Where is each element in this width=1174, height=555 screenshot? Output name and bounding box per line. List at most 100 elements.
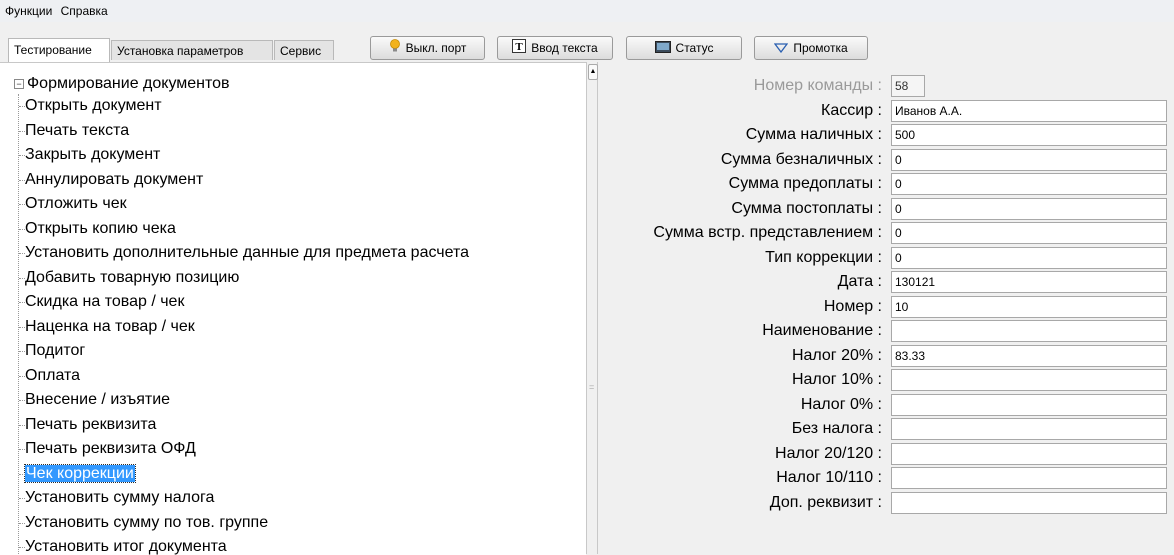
field-label: Сумма безналичных : bbox=[720, 150, 882, 168]
tree-item-label: Подитог bbox=[25, 342, 86, 359]
tree-item[interactable]: Открыть документ bbox=[19, 95, 162, 117]
tree-item[interactable]: Открыть копию чека bbox=[19, 218, 176, 240]
tab-service[interactable]: Сервис bbox=[274, 40, 334, 60]
tab-testing[interactable]: Тестирование bbox=[8, 38, 110, 62]
tree-item-label: Скидка на товар / чек bbox=[25, 293, 185, 310]
form-row: Сумма постоплаты : 0 bbox=[598, 197, 1174, 221]
port-off-button[interactable]: Выкл. порт bbox=[370, 36, 485, 60]
field-input[interactable]: 500 bbox=[891, 124, 1167, 146]
tree-item[interactable]: Закрыть документ bbox=[18, 144, 160, 166]
tree-guide-line bbox=[18, 94, 19, 555]
field-label: Налог 10/110 : bbox=[776, 469, 882, 486]
tree-item[interactable]: Печать реквизита ОФД bbox=[19, 438, 196, 460]
splitter-grip-icon: = bbox=[589, 382, 595, 392]
tree-item[interactable]: Подитог bbox=[18, 340, 86, 362]
form-row: Без налога : bbox=[598, 417, 1174, 441]
field-input[interactable] bbox=[891, 393, 1167, 416]
field-input[interactable] bbox=[891, 491, 1167, 514]
command-number-field: 58 bbox=[891, 75, 925, 97]
parameters-form: Номер команды :58 Кассир : Иванов А.А. Сумм… bbox=[598, 62, 1174, 554]
field-input[interactable]: 10 bbox=[891, 295, 1167, 318]
field-input[interactable] bbox=[891, 369, 1167, 391]
field-input[interactable]: 0 bbox=[891, 197, 1167, 220]
tree-item[interactable]: Установить сумму налога bbox=[18, 487, 215, 509]
tree-item[interactable]: Наценка на товар / чек bbox=[19, 316, 195, 338]
form-row: Номер : 10 bbox=[598, 295, 1174, 319]
field-input[interactable] bbox=[891, 467, 1167, 489]
port-off-label: Выкл. порт bbox=[405, 41, 467, 55]
field-label: Налог 0% : bbox=[800, 395, 882, 413]
field-input[interactable]: Иванов А.А. bbox=[891, 99, 1167, 122]
tree-item[interactable]: Печать текста bbox=[18, 120, 130, 142]
menu-help[interactable]: Справка bbox=[59, 0, 111, 18]
chevron-down-icon bbox=[774, 38, 789, 60]
field-label: Сумма постоплаты : bbox=[731, 199, 882, 217]
field-input[interactable]: 0 bbox=[891, 148, 1167, 171]
field-label: Сумма предоплаты : bbox=[728, 175, 882, 192]
tree-item[interactable]: Отложить чек bbox=[19, 193, 127, 215]
field-input[interactable]: 130121 bbox=[891, 271, 1167, 293]
tree-item[interactable]: Добавить товарную позицию bbox=[18, 267, 240, 289]
form-row: Тип коррекции : 0 bbox=[598, 246, 1174, 270]
tab-settings[interactable]: Установка параметров bbox=[111, 40, 273, 60]
tree-item-label: Установить сумму налога bbox=[25, 489, 215, 506]
form-row: Налог 0% : bbox=[598, 393, 1174, 417]
tree-item[interactable]: Печать реквизита bbox=[18, 414, 156, 436]
tree-item-label: Установить сумму по тов. группе bbox=[25, 513, 269, 531]
field-label: Дата : bbox=[837, 273, 882, 290]
form-row: Сумма наличных : 500 bbox=[598, 123, 1174, 147]
menu-functions[interactable]: Функции bbox=[0, 0, 55, 18]
tree-item[interactable]: Чек коррекции bbox=[19, 463, 136, 485]
field-label: Номер : bbox=[823, 297, 882, 315]
field-label: Налог 20/120 : bbox=[775, 444, 882, 462]
field-input[interactable] bbox=[891, 442, 1167, 465]
feed-button[interactable]: Промотка bbox=[754, 36, 868, 60]
form-row: Налог 10% : bbox=[598, 368, 1174, 392]
field-input[interactable]: 83.33 bbox=[891, 344, 1167, 367]
menu-bar: Функции Справка bbox=[0, 0, 1174, 23]
tree-item[interactable]: Внесение / изъятие bbox=[18, 389, 170, 411]
status-label: Статус bbox=[675, 41, 714, 55]
form-row: Наименование : bbox=[598, 319, 1174, 343]
feed-label: Промотка bbox=[793, 41, 848, 55]
form-row: Дата : 130121 bbox=[598, 270, 1174, 294]
field-input[interactable]: 0 bbox=[891, 173, 1167, 195]
form-row: Доп. реквизит : bbox=[598, 491, 1174, 515]
text-input-button[interactable]: T Ввод текста bbox=[497, 36, 613, 60]
tree-item[interactable]: Установить итог документа bbox=[19, 536, 227, 555]
field-input[interactable] bbox=[891, 320, 1167, 342]
collapse-icon[interactable]: − bbox=[14, 79, 24, 89]
tree-item-label: Установить итог документа bbox=[25, 538, 227, 555]
scroll-up-icon[interactable]: ▲ bbox=[588, 64, 598, 80]
form-row: Кассир : Иванов А.А. bbox=[598, 99, 1174, 123]
tree-item[interactable]: Оплата bbox=[18, 365, 80, 387]
tree-root-label: Формирование документов bbox=[27, 75, 230, 92]
form-row: Сумма предоплаты : 0 bbox=[598, 172, 1174, 196]
field-input[interactable] bbox=[891, 418, 1167, 440]
tree-item[interactable]: Установить сумму по тов. группе bbox=[18, 512, 269, 534]
panel-splitter[interactable]: ▲ = bbox=[586, 62, 598, 554]
tree-item[interactable]: Скидка на товар / чек bbox=[18, 291, 185, 313]
field-label: Без налога : bbox=[791, 420, 882, 437]
field-input[interactable]: 0 bbox=[891, 246, 1167, 269]
form-row: Налог 20/120 : bbox=[598, 442, 1174, 466]
field-label: Тип коррекции : bbox=[765, 248, 882, 266]
tree-item[interactable]: Установить дополнительные данные для пре… bbox=[18, 242, 469, 264]
form-row: Номер команды : 58 bbox=[598, 74, 1174, 98]
tree-item[interactable]: Аннулировать документ bbox=[18, 169, 203, 191]
monitor-icon bbox=[654, 38, 671, 60]
lightbulb-icon bbox=[389, 38, 401, 60]
status-button[interactable]: Статус bbox=[626, 36, 742, 60]
tree-item-label: Печать реквизита ОФД bbox=[25, 440, 196, 457]
field-label: Номер команды : bbox=[753, 77, 882, 94]
tree-item-label: Добавить товарную позицию bbox=[25, 268, 240, 286]
field-label: Налог 10% : bbox=[791, 371, 882, 388]
field-label: Сумма наличных : bbox=[745, 126, 882, 143]
tree-item-label: Чек коррекции bbox=[24, 463, 136, 483]
field-label: Налог 20% : bbox=[791, 346, 882, 364]
tree-item-label: Печать текста bbox=[25, 121, 130, 139]
text-input-label: Ввод текста bbox=[531, 41, 598, 55]
field-input[interactable]: 0 bbox=[891, 222, 1167, 244]
tree-item-label: Отложить чек bbox=[25, 195, 127, 212]
field-label: Сумма встр. представлением : bbox=[653, 224, 882, 241]
